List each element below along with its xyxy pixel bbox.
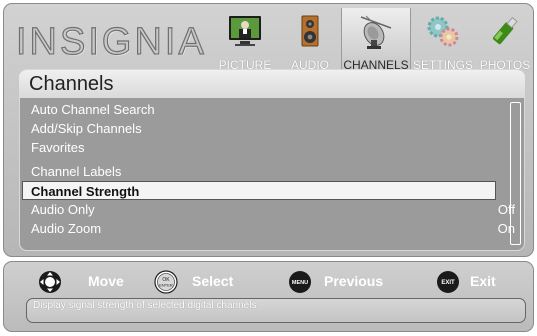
menu-item-audio-only[interactable]: Audio Only Off (19, 200, 515, 219)
gears-icon (427, 16, 459, 47)
tab-channels[interactable]: CHANNELS (341, 8, 411, 74)
tab-audio[interactable]: AUDIO (278, 8, 342, 74)
list-scrollbar[interactable] (510, 102, 521, 245)
exit-button-icon: EXIT (437, 271, 459, 293)
svg-text:ENTER: ENTER (159, 283, 173, 288)
menu-item-channel-strength[interactable]: Channel Strength (22, 181, 496, 200)
ok-enter-icon: OK ENTER (154, 270, 178, 294)
menu-item-label: Add/Skip Channels (31, 121, 142, 136)
menu-item-label: Auto Channel Search (31, 102, 155, 117)
brand-logo: INSIGNIA (15, 20, 207, 63)
speaker-icon (301, 15, 319, 47)
menu-item-label: Favorites (31, 140, 85, 155)
legend-exit-label: Exit (470, 273, 496, 289)
svg-text:EXIT: EXIT (441, 280, 455, 286)
usb-drive-icon (492, 16, 518, 45)
legend-move-label: Move (88, 273, 124, 289)
menu-button-icon: MENU (289, 271, 311, 293)
menu-item-label: Audio Zoom (31, 221, 102, 236)
menu-item-auto-channel-search[interactable]: Auto Channel Search (19, 100, 499, 119)
menu-item-favorites[interactable]: Favorites (19, 138, 499, 157)
help-text: Display signal strength of selected digi… (33, 300, 257, 311)
tab-picture[interactable]: PICTURE (212, 8, 278, 74)
page-title: Channels (19, 70, 525, 98)
menu-item-channel-labels[interactable]: Channel Labels (19, 162, 499, 181)
satellite-dish-icon (360, 15, 392, 49)
svg-text:MENU: MENU (292, 280, 308, 286)
legend-previous-label: Previous (324, 273, 384, 289)
menu-item-audio-zoom[interactable]: Audio Zoom On (19, 219, 515, 238)
menu-item-label: Channel Strength (31, 184, 140, 199)
help-description: Display signal strength of selected digi… (26, 298, 526, 323)
tab-settings[interactable]: SETTINGS (411, 8, 475, 74)
menu-item-label: Channel Labels (31, 164, 122, 179)
tab-photos[interactable]: PHOTOS (474, 8, 536, 74)
channels-menu-list: Auto Channel Search Add/Skip Channels Fa… (19, 100, 515, 238)
tv-picture-icon (229, 16, 261, 46)
menu-item-label: Audio Only (31, 202, 95, 217)
legend-select-label: Select (192, 273, 234, 289)
dpad-icon (39, 271, 61, 293)
menu-item-add-skip-channels[interactable]: Add/Skip Channels (19, 119, 499, 138)
